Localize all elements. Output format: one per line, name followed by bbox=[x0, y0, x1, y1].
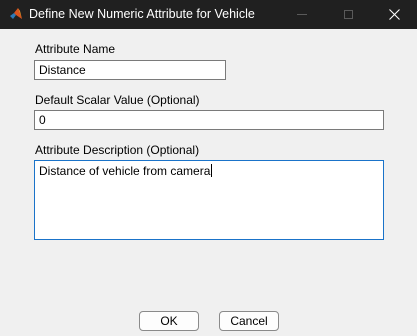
ok-button[interactable]: OK bbox=[139, 311, 199, 331]
close-button[interactable] bbox=[371, 0, 417, 29]
minimize-icon bbox=[297, 14, 307, 15]
minimize-button[interactable] bbox=[279, 0, 325, 29]
maximize-icon bbox=[343, 10, 353, 19]
attribute-name-input[interactable]: Distance bbox=[34, 60, 226, 80]
default-value-input[interactable]: 0 bbox=[34, 110, 384, 130]
description-text: Distance of vehicle from camera bbox=[39, 164, 211, 178]
dialog-window: Define New Numeric Attribute for Vehicle… bbox=[0, 0, 417, 336]
maximize-button[interactable] bbox=[325, 0, 371, 29]
description-textarea[interactable]: Distance of vehicle from camera bbox=[34, 160, 384, 240]
title-bar[interactable]: Define New Numeric Attribute for Vehicle bbox=[0, 0, 417, 29]
description-label: Attribute Description (Optional) bbox=[35, 143, 200, 157]
close-icon bbox=[388, 9, 400, 20]
default-value-label: Default Scalar Value (Optional) bbox=[35, 93, 200, 107]
matlab-icon bbox=[9, 7, 23, 21]
window-title: Define New Numeric Attribute for Vehicle bbox=[29, 7, 255, 21]
attribute-name-label: Attribute Name bbox=[35, 42, 116, 56]
text-caret bbox=[211, 164, 213, 177]
cancel-button[interactable]: Cancel bbox=[219, 311, 279, 331]
